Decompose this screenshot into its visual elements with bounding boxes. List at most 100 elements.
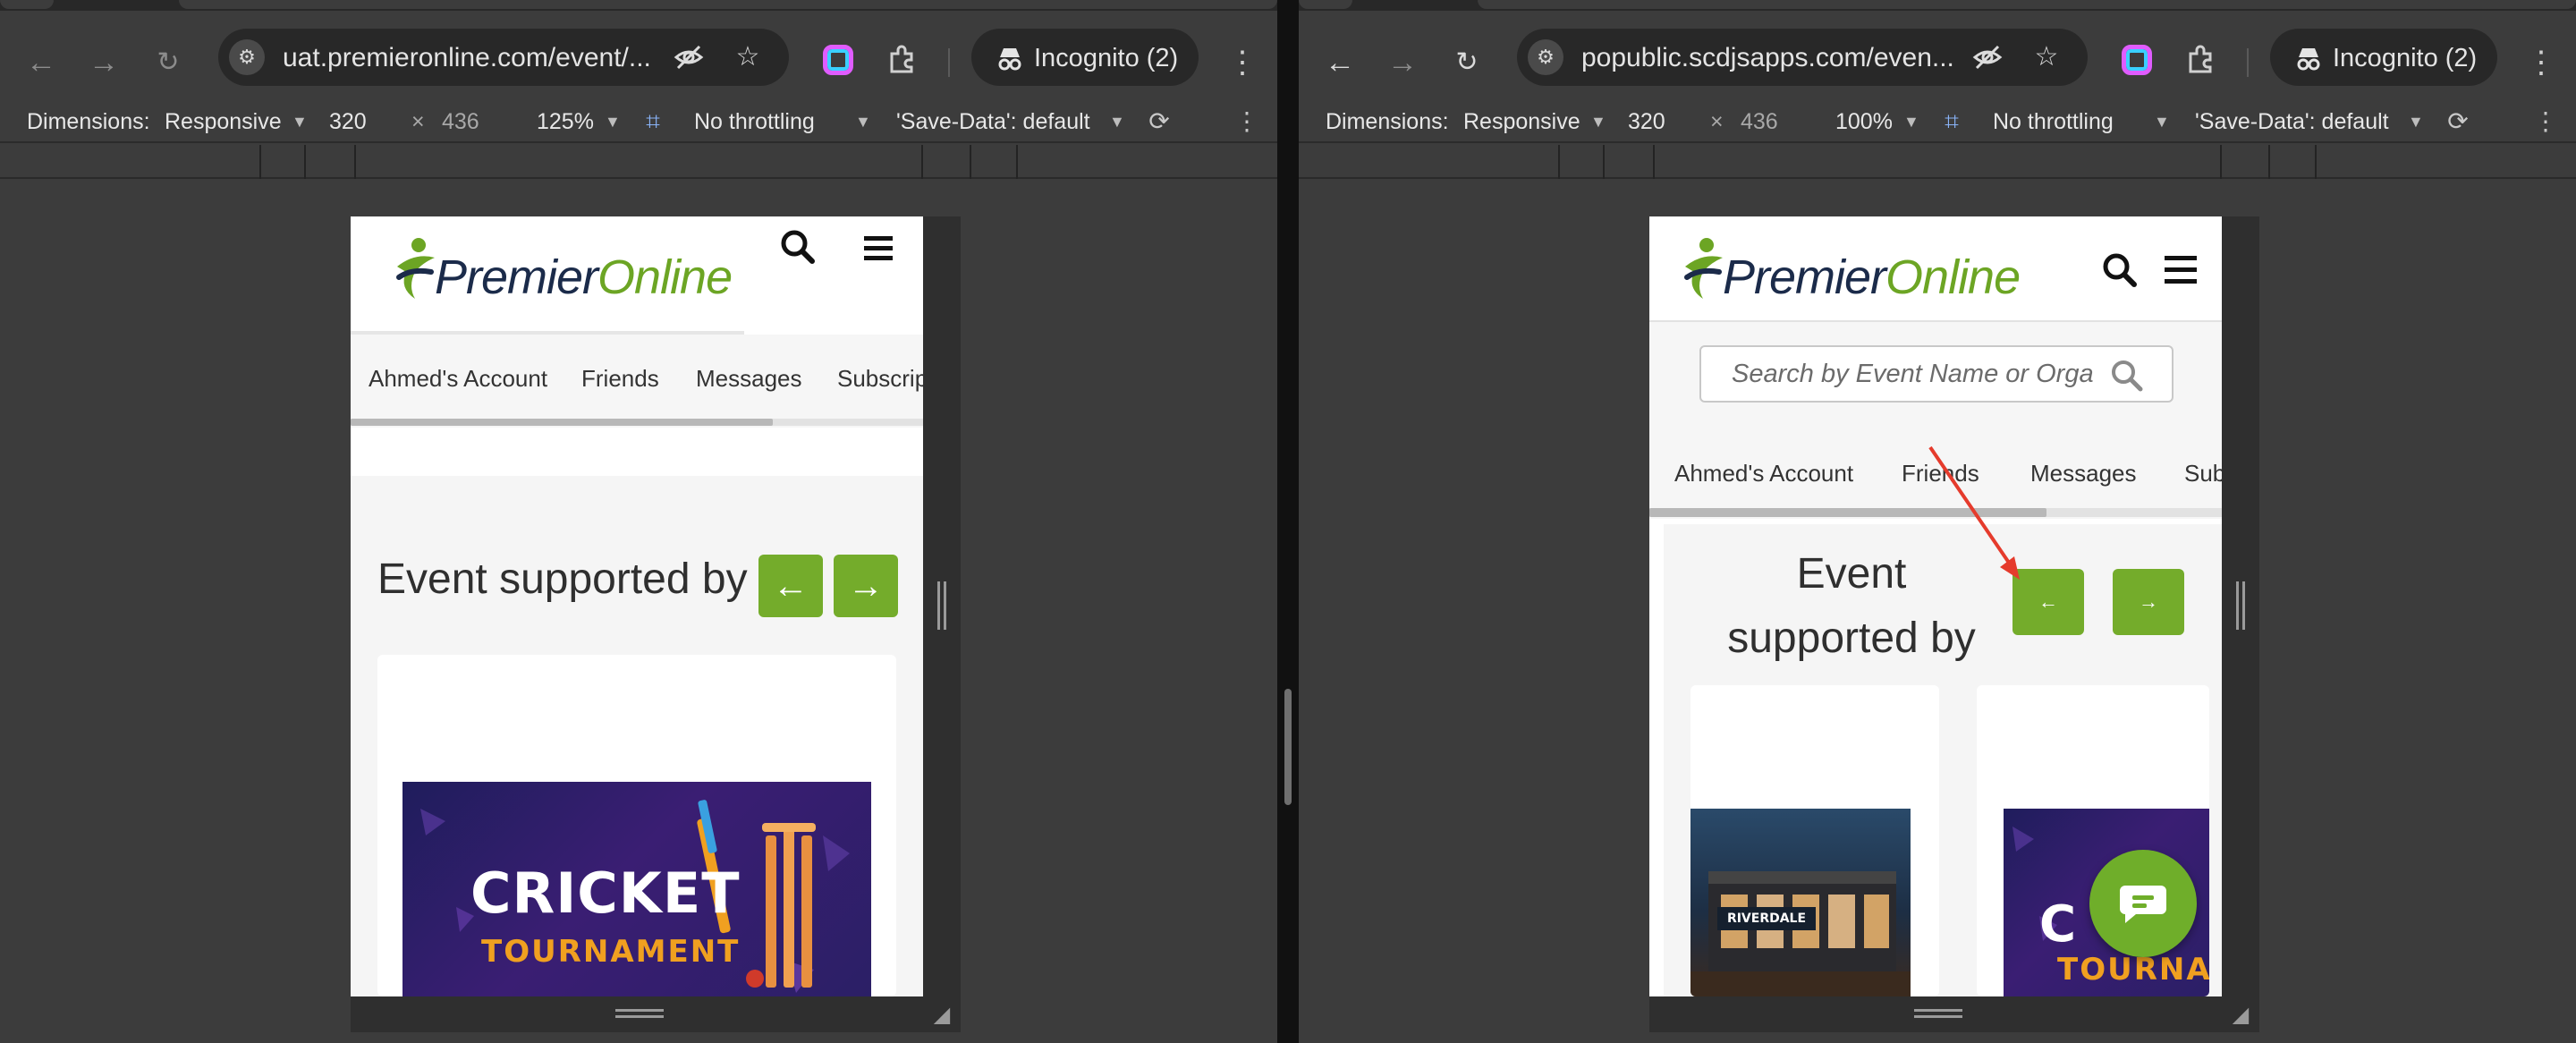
tab[interactable]: [179, 0, 1277, 9]
save-data-select[interactable]: 'Save-Data': default: [896, 107, 1090, 136]
browser-menu-icon[interactable]: ⋮: [1227, 47, 1258, 79]
device-mode-select[interactable]: Responsive: [165, 107, 282, 136]
zoom-select[interactable]: 100%: [1835, 107, 1893, 136]
rotate-icon[interactable]: ⟳: [1143, 106, 1175, 138]
subnav-item-subscriptions[interactable]: Subscrip: [837, 365, 923, 392]
search-icon[interactable]: [2109, 358, 2145, 394]
subnav-item-subscriptions[interactable]: Sub: [2184, 460, 2222, 487]
splitter-handle[interactable]: [1284, 689, 1292, 805]
account-subnav: Ahmed's Account Friends Messages Subscri…: [351, 335, 923, 428]
menu-icon[interactable]: [2161, 250, 2200, 290]
extension-icon[interactable]: [886, 45, 918, 77]
site-logo[interactable]: PremierOnline: [1676, 236, 2021, 308]
browser-toolbar: ← → ↻ ⚙ uat.premieronline.com/event/... …: [0, 11, 1277, 100]
subnav-item-friends[interactable]: Friends: [581, 365, 659, 392]
resize-handle-icon[interactable]: [1914, 1009, 1962, 1018]
resize-edge-bottom[interactable]: ◢: [1649, 996, 2259, 1032]
resize-edge-bottom[interactable]: ◢: [351, 996, 961, 1032]
subnav-scroll-thumb[interactable]: [351, 419, 773, 426]
tab[interactable]: [1478, 0, 2576, 9]
event-search-input[interactable]: Search by Event Name or Orga: [1699, 345, 2174, 403]
chat-button[interactable]: [2089, 850, 2197, 957]
search-icon[interactable]: [778, 227, 818, 267]
subnav-item-messages[interactable]: Messages: [696, 365, 802, 392]
resize-corner-icon[interactable]: ◢: [930, 1004, 953, 1027]
subnav-item-account[interactable]: Ahmed's Account: [1674, 460, 1853, 487]
subnav-item-messages[interactable]: Messages: [2030, 460, 2137, 487]
eye-off-icon[interactable]: [673, 41, 705, 73]
reload-icon[interactable]: ↻: [1451, 47, 1483, 79]
chevron-down-icon: ▼: [855, 113, 871, 131]
device-mode-select[interactable]: Responsive: [1463, 107, 1580, 136]
reload-icon[interactable]: ↻: [152, 47, 184, 79]
window-splitter[interactable]: [1277, 0, 1299, 1043]
device-viewport: ◢ PremierOnline Search by Event Name or …: [1299, 181, 2576, 1043]
web-page: PremierOnline Ahmed's Account Friends Me…: [351, 216, 923, 996]
forward-icon[interactable]: →: [88, 47, 120, 79]
subnav-scroll-thumb[interactable]: [1649, 508, 2046, 517]
tab[interactable]: [1299, 0, 1352, 9]
subnav-item-account[interactable]: Ahmed's Account: [369, 365, 547, 392]
throttling-select[interactable]: No throttling: [694, 107, 815, 136]
star-icon[interactable]: ☆: [732, 41, 764, 73]
forward-icon[interactable]: →: [1386, 47, 1419, 79]
device-frame-icon[interactable]: ⌗: [1936, 106, 1968, 138]
tab[interactable]: [0, 0, 54, 9]
width-input[interactable]: 320: [329, 107, 367, 136]
address-bar[interactable]: ⚙ popublic.scdjsapps.com/even... ☆: [1517, 29, 2088, 86]
address-bar[interactable]: ⚙ uat.premieronline.com/event/... ☆: [218, 29, 789, 86]
incognito-button[interactable]: Incognito (2): [971, 29, 1199, 86]
height-input[interactable]: 436: [442, 107, 479, 136]
next-arrow-button[interactable]: →: [2113, 569, 2184, 635]
subnav-item-friends[interactable]: Friends: [1902, 460, 1979, 487]
event-banner-image: RIVERDALE: [1690, 809, 1911, 996]
resize-handle-icon[interactable]: [937, 581, 946, 630]
site-settings-icon[interactable]: ⚙: [229, 39, 265, 75]
throttling-select[interactable]: No throttling: [1993, 107, 2114, 136]
incognito-button[interactable]: Incognito (2): [2270, 29, 2497, 86]
address-url: popublic.scdjsapps.com/even...: [1581, 43, 1954, 72]
event-card[interactable]: C TOURNA: [1977, 685, 2209, 996]
back-icon[interactable]: ←: [25, 47, 57, 79]
resize-edge-right[interactable]: [2222, 216, 2259, 996]
account-subnav: Ahmed's Account Friends Messages Sub: [1649, 422, 2222, 519]
more-icon[interactable]: ⋮: [2529, 106, 2562, 138]
star-icon[interactable]: ☆: [2030, 41, 2063, 73]
media-query-ruler[interactable]: [0, 145, 1277, 179]
prev-arrow-button[interactable]: ←: [758, 555, 823, 617]
resize-edge-right[interactable]: [923, 216, 961, 996]
extension-icon[interactable]: [2184, 45, 2216, 77]
search-icon[interactable]: [2100, 250, 2140, 290]
resize-corner-icon[interactable]: ◢: [2229, 1004, 2252, 1027]
resize-handle-icon[interactable]: [2236, 581, 2245, 630]
more-icon[interactable]: ⋮: [1231, 106, 1263, 138]
chevron-down-icon: ▼: [1903, 113, 1919, 131]
incognito-icon: [2293, 43, 2324, 73]
banner-title: C: [2039, 895, 2078, 954]
site-settings-icon[interactable]: ⚙: [1528, 39, 1563, 75]
height-input[interactable]: 436: [1741, 107, 1778, 136]
width-input[interactable]: 320: [1628, 107, 1665, 136]
prev-arrow-button[interactable]: ←: [2012, 569, 2084, 635]
resize-handle-icon[interactable]: [615, 1009, 664, 1018]
next-arrow-button[interactable]: →: [834, 555, 898, 617]
address-url: uat.premieronline.com/event/...: [283, 43, 651, 72]
device-viewport: ◢ PremierOnline Ahmed's Account Friends …: [0, 181, 1277, 1043]
rotate-icon[interactable]: ⟳: [2442, 106, 2474, 138]
color-extension-icon[interactable]: [2122, 45, 2154, 77]
device-toolbar: Dimensions: Responsive ▼ 320 × 436 100% …: [1299, 100, 2576, 143]
color-extension-icon[interactable]: [823, 45, 855, 77]
event-card[interactable]: RIVERDALE: [1690, 685, 1939, 996]
site-logo[interactable]: PremierOnline: [388, 236, 733, 308]
chevron-down-icon: ▼: [1590, 113, 1606, 131]
back-icon[interactable]: ←: [1324, 47, 1356, 79]
save-data-select[interactable]: 'Save-Data': default: [2195, 107, 2389, 136]
zoom-select[interactable]: 125%: [537, 107, 594, 136]
media-query-ruler[interactable]: [1299, 145, 2576, 179]
event-card[interactable]: CRICKET TOURNAMENT: [377, 655, 896, 996]
eye-off-icon[interactable]: [1971, 41, 2004, 73]
menu-icon[interactable]: [860, 229, 900, 268]
browser-menu-icon[interactable]: ⋮: [2526, 47, 2556, 79]
device-frame-icon[interactable]: ⌗: [637, 106, 669, 138]
sponsors-section: Event supported by ← →: [351, 476, 923, 996]
